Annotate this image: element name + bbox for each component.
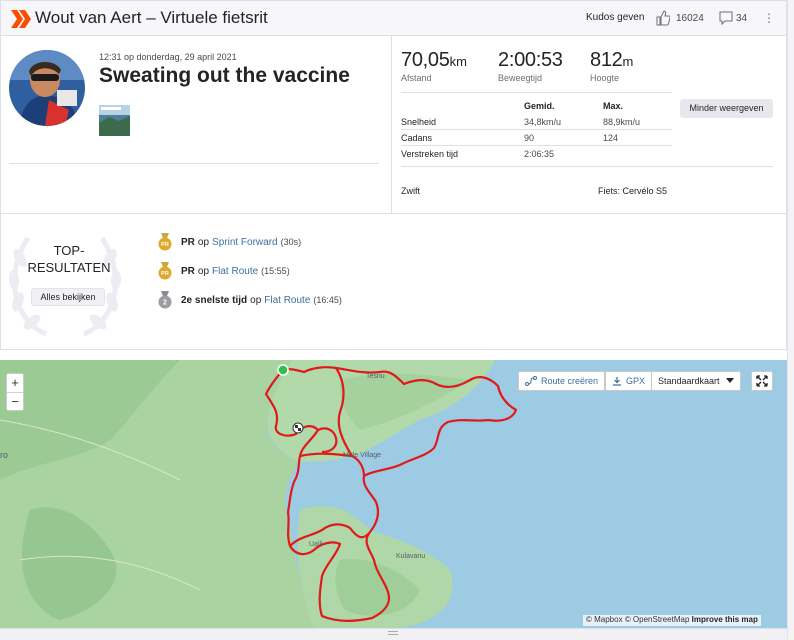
zoom-control: + − [6, 373, 24, 411]
see-all-button[interactable]: Alles bekijken [31, 288, 105, 306]
comment-icon[interactable] [719, 11, 733, 25]
kudos-count: 16024 [676, 13, 704, 24]
moving-time-label: Beweegtijd [498, 73, 543, 83]
medal-text: 2 [163, 300, 167, 307]
cadence-avg: 90 [524, 133, 535, 143]
thumbs-up-icon[interactable] [656, 10, 670, 26]
activity-title: Sweating out the vaccine [99, 64, 350, 87]
place-label: ro [0, 450, 9, 460]
give-kudos-link[interactable]: Kudos geven [586, 12, 644, 23]
more-options-icon[interactable]: ⋮ [761, 10, 777, 26]
pr-medal-icon: PR [158, 233, 172, 251]
medal-text: PR [161, 242, 169, 248]
top-results-title-line1: TOP- [53, 243, 85, 258]
finish-flag-icon [292, 422, 304, 434]
column-header-max: Max. [603, 101, 624, 111]
row-label-elapsed-time: Verstreken tijd [401, 149, 459, 159]
speed-max: 88,9km/u [603, 117, 641, 127]
segment-link[interactable]: Sprint Forward [212, 237, 278, 248]
show-less-button[interactable]: Minder weergeven [680, 99, 773, 118]
left-divider [9, 163, 379, 164]
distance-label: Afstand [401, 73, 432, 83]
stat-moving-time: 2:00:53 Beweegtijd [498, 49, 563, 83]
distance-unit: km [449, 54, 467, 69]
achievement-time: (30s) [280, 237, 302, 247]
achievement-item: 2 2e snelste tijd op Flat Route (16:45) [157, 291, 342, 309]
fullscreen-button[interactable] [751, 371, 773, 391]
map-resize-handle[interactable] [388, 631, 398, 635]
page-scrollbar[interactable] [787, 0, 794, 640]
activity-date: 12:31 op donderdag, 29 april 2021 [99, 52, 237, 62]
download-icon [613, 377, 621, 386]
cadence-max: 124 [603, 133, 619, 143]
row-label-cadence: Cadans [401, 133, 433, 143]
stats-divider [401, 92, 672, 93]
elevation-unit: m [622, 54, 634, 69]
achievement-word: op [250, 294, 262, 306]
achievement-item: PR PR op Flat Route (15:55) [157, 262, 290, 280]
activity-header: Wout van Aert – Virtuele fietsrit Kudos … [0, 0, 787, 36]
brand-chevrons-icon [11, 10, 31, 28]
achievement-time: (16:45) [313, 295, 342, 305]
moving-time-value: 2:00:53 [498, 49, 563, 71]
top-results-title: TOP- RESULTATEN [9, 242, 129, 276]
zoom-in-button[interactable]: + [7, 374, 23, 392]
place-label: Ualli [309, 541, 323, 548]
top-results-title-line2: RESULTATEN [27, 260, 111, 275]
medal-text: PR [161, 271, 169, 277]
start-marker [277, 364, 289, 376]
achievement-type: PR [181, 265, 195, 277]
improve-map-link[interactable]: Improve this map [692, 615, 758, 624]
map-canvas[interactable] [0, 360, 787, 628]
achievement-type: 2e snelste tijd [181, 294, 248, 306]
chevron-down-icon [725, 378, 734, 383]
card-divider [391, 36, 392, 214]
column-header-avg: Gemid. [524, 101, 555, 111]
map-attribution: © Mapbox © OpenStreetMap Improve this ma… [583, 615, 761, 626]
activity-photo-thumbnail[interactable] [99, 105, 130, 136]
map-type-label: Standaardkaart [658, 376, 720, 386]
place-label: Kulavanu [396, 553, 426, 560]
place-label: Tesnu [366, 373, 385, 380]
place-label: Mule Village [343, 452, 382, 459]
route-icon [525, 376, 537, 386]
achievement-word: op [197, 236, 210, 248]
speed-avg: 34,8km/u [524, 117, 562, 127]
gpx-label: GPX [626, 376, 646, 386]
map-type-select[interactable]: Standaardkaart [651, 371, 741, 391]
route-map[interactable] [0, 360, 787, 628]
laurel-wreath-icon [8, 236, 122, 337]
row-label-speed: Snelheid [401, 117, 437, 127]
fullscreen-icon [756, 375, 768, 387]
silver-medal-icon: 2 [158, 291, 172, 309]
header-title: Wout van Aert – Virtuele fietsrit [35, 8, 268, 27]
achievement-time: (15:55) [261, 266, 290, 276]
stat-elevation: 812m Hoogte [590, 49, 633, 83]
achievement-item: PR PR op Sprint Forward (30s) [157, 233, 301, 251]
gpx-download-button[interactable]: GPX [605, 371, 653, 391]
distance-value: 70,05 [401, 49, 450, 71]
row-divider [401, 166, 773, 167]
elevation-value: 812 [590, 49, 623, 71]
achievement-word: op [197, 265, 210, 277]
avatar[interactable] [9, 50, 85, 126]
osm-attribution-link[interactable]: © OpenStreetMap [625, 615, 690, 624]
achievement-type: PR [181, 236, 195, 248]
row-divider [401, 145, 672, 146]
bike-name[interactable]: Fiets: Cervélo S5 [598, 186, 667, 196]
device-source: Zwift [401, 186, 420, 196]
pr-medal-icon: PR [158, 262, 172, 280]
row-divider [401, 129, 672, 130]
segment-link[interactable]: Flat Route [264, 295, 310, 306]
zoom-out-button[interactable]: − [7, 393, 23, 411]
elevation-label: Hoogte [590, 73, 620, 83]
elapsed-time-avg: 2:06:35 [524, 149, 555, 159]
segment-link[interactable]: Flat Route [212, 266, 258, 277]
route-create-button[interactable]: Route creëren [518, 371, 606, 391]
stat-distance: 70,05km Afstand [401, 49, 467, 83]
comment-count: 34 [736, 13, 748, 24]
mapbox-attribution-link[interactable]: © Mapbox [586, 615, 623, 624]
route-create-label: Route creëren [541, 376, 599, 386]
